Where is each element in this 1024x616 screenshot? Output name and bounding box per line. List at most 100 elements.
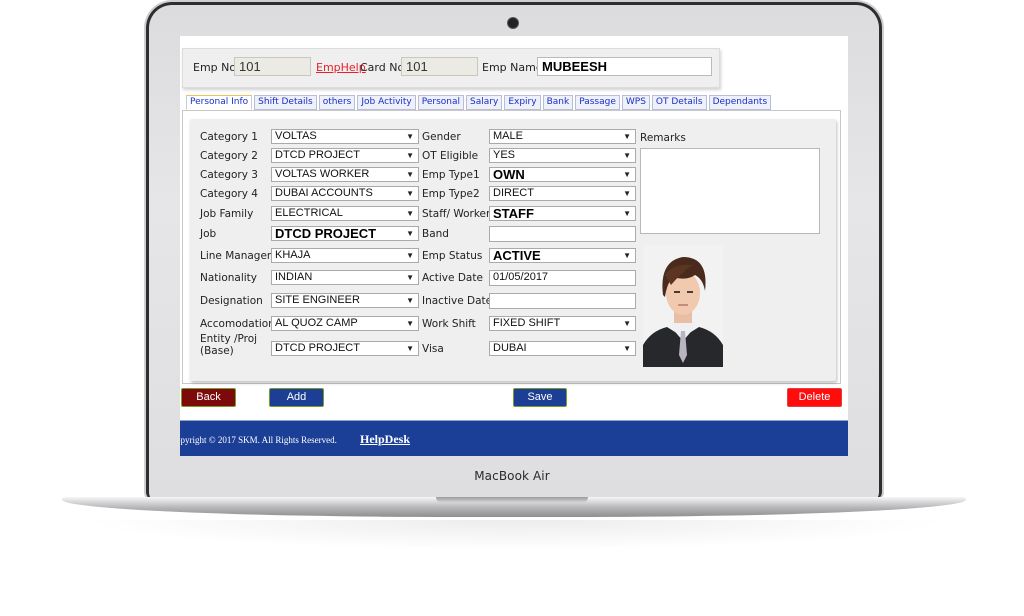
person-photo-icon bbox=[643, 245, 723, 367]
nationality-select[interactable]: INDIAN ▼ bbox=[271, 270, 419, 285]
tab-job-activity[interactable]: Job Activity bbox=[357, 95, 416, 110]
dropdown-caret-icon: ▼ bbox=[406, 189, 414, 198]
dropdown-caret-icon: ▼ bbox=[406, 251, 414, 260]
dropdown-caret-icon: ▼ bbox=[406, 296, 414, 305]
add-button[interactable]: Add bbox=[269, 388, 324, 407]
entity-proj-base-select[interactable]: DTCD PROJECT ▼ bbox=[271, 341, 419, 356]
remarks-textarea[interactable] bbox=[640, 148, 820, 234]
camera-icon bbox=[508, 18, 518, 28]
delete-button[interactable]: Delete bbox=[787, 388, 842, 407]
staff-worker-select[interactable]: STAFF ▼ bbox=[489, 206, 636, 221]
active-date-label: Active Date bbox=[422, 272, 483, 284]
save-button[interactable]: Save bbox=[513, 388, 567, 407]
tab-expiry[interactable]: Expiry bbox=[504, 95, 541, 110]
tab-ot-details[interactable]: OT Details bbox=[651, 95, 707, 110]
dropdown-caret-icon: ▼ bbox=[623, 170, 631, 179]
brand-label: MacBook Air bbox=[474, 469, 550, 483]
staff-worker-label: Staff/ Worker bbox=[422, 208, 491, 220]
emp-status-label: Emp Status bbox=[422, 250, 483, 262]
dropdown-caret-icon: ▼ bbox=[623, 189, 631, 198]
tab-bank[interactable]: Bank bbox=[542, 95, 574, 110]
selected-value: KHAJA bbox=[275, 249, 311, 261]
selected-value: ACTIVE bbox=[493, 248, 541, 263]
tab-bar: Personal Info Shift Details others Job Acti… bbox=[186, 95, 773, 110]
designation-select[interactable]: SITE ENGINEER ▼ bbox=[271, 293, 419, 308]
emp-name-field[interactable]: MUBEESH bbox=[537, 57, 712, 76]
active-date-field[interactable]: 01/05/2017 bbox=[489, 270, 636, 286]
selected-value: STAFF bbox=[493, 206, 534, 221]
ot-eligible-select[interactable]: YES ▼ bbox=[489, 148, 636, 163]
accomodation-select[interactable]: AL QUOZ CAMP ▼ bbox=[271, 316, 419, 331]
personal-info-panel: Remarks Category 1 VOLTAS ▼ Category 2 D… bbox=[182, 110, 841, 384]
visa-label: Visa bbox=[422, 343, 444, 355]
selected-value: MALE bbox=[493, 130, 523, 142]
selected-value: FIXED SHIFT bbox=[493, 317, 561, 329]
tab-personal-info[interactable]: Personal Info bbox=[186, 95, 253, 110]
accomodation-label: Accomodation bbox=[200, 318, 275, 330]
category-4-label: Category 4 bbox=[200, 188, 258, 200]
emphelp-link[interactable]: EmpHelp bbox=[316, 61, 366, 74]
emp-type1-label: Emp Type1 bbox=[422, 169, 480, 181]
selected-value: VOLTAS bbox=[275, 130, 317, 142]
employee-photo bbox=[643, 245, 723, 367]
inactive-date-field[interactable] bbox=[489, 293, 636, 309]
tab-personal[interactable]: Personal bbox=[417, 95, 465, 110]
emp-status-select[interactable]: ACTIVE ▼ bbox=[489, 248, 636, 263]
tab-shift-details[interactable]: Shift Details bbox=[254, 95, 317, 110]
category-1-select[interactable]: VOLTAS ▼ bbox=[271, 129, 419, 144]
category-4-select[interactable]: DUBAI ACCOUNTS ▼ bbox=[271, 186, 419, 201]
ot-eligible-label: OT Eligible bbox=[422, 150, 479, 162]
dropdown-caret-icon: ▼ bbox=[623, 132, 631, 141]
selected-value: SITE ENGINEER bbox=[275, 294, 360, 306]
selected-value: DUBAI ACCOUNTS bbox=[275, 187, 373, 199]
emp-no-field[interactable]: 101 bbox=[234, 57, 311, 76]
dropdown-caret-icon: ▼ bbox=[623, 251, 631, 260]
category-3-label: Category 3 bbox=[200, 169, 258, 181]
dropdown-caret-icon: ▼ bbox=[623, 344, 631, 353]
category-1-label: Category 1 bbox=[200, 131, 258, 143]
tab-passage[interactable]: Passage bbox=[575, 95, 620, 110]
selected-value: DTCD PROJECT bbox=[275, 226, 377, 241]
designation-label: Designation bbox=[200, 295, 263, 307]
helpdesk-link[interactable]: HelpDesk bbox=[360, 432, 410, 447]
visa-select[interactable]: DUBAI ▼ bbox=[489, 341, 636, 356]
card-no-label: Card No bbox=[360, 61, 405, 74]
line-manager-label: Line Manager bbox=[200, 250, 272, 262]
selected-value: OWN bbox=[493, 167, 525, 182]
selected-value: ELECTRICAL bbox=[275, 207, 343, 219]
emp-no-label: Emp No bbox=[193, 61, 237, 74]
laptop-notch bbox=[436, 497, 588, 503]
job-family-label: Job Family bbox=[200, 208, 254, 220]
tab-wps[interactable]: WPS bbox=[621, 95, 650, 110]
line-manager-select[interactable]: KHAJA ▼ bbox=[271, 248, 419, 263]
tab-dependants[interactable]: Dependants bbox=[708, 95, 772, 110]
job-select[interactable]: DTCD PROJECT ▼ bbox=[271, 226, 419, 241]
emp-name-label: Emp Name bbox=[482, 61, 543, 74]
gender-select[interactable]: MALE ▼ bbox=[489, 129, 636, 144]
category-3-select[interactable]: VOLTAS WORKER ▼ bbox=[271, 167, 419, 182]
copyright-text: opyright © 2017 SKM. All Rights Reserved… bbox=[180, 435, 337, 445]
card-no-field[interactable]: 101 bbox=[401, 57, 478, 76]
work-shift-select[interactable]: FIXED SHIFT ▼ bbox=[489, 316, 636, 331]
nationality-label: Nationality bbox=[200, 272, 258, 284]
footer: opyright © 2017 SKM. All Rights Reserved… bbox=[180, 420, 848, 456]
emp-type1-select[interactable]: OWN ▼ bbox=[489, 167, 636, 182]
band-field[interactable] bbox=[489, 226, 636, 242]
dropdown-caret-icon: ▼ bbox=[623, 151, 631, 160]
dropdown-caret-icon: ▼ bbox=[406, 132, 414, 141]
selected-value: DTCD PROJECT bbox=[275, 342, 360, 354]
selected-value: DIRECT bbox=[493, 187, 534, 199]
tab-others[interactable]: others bbox=[318, 95, 356, 110]
work-shift-label: Work Shift bbox=[422, 318, 476, 330]
dropdown-caret-icon: ▼ bbox=[406, 151, 414, 160]
job-family-select[interactable]: ELECTRICAL ▼ bbox=[271, 206, 419, 221]
tab-salary[interactable]: Salary bbox=[466, 95, 503, 110]
job-label: Job bbox=[200, 228, 217, 240]
emp-type2-select[interactable]: DIRECT ▼ bbox=[489, 186, 636, 201]
dropdown-caret-icon: ▼ bbox=[406, 319, 414, 328]
label-line-1: Entity /Proj bbox=[200, 333, 258, 345]
back-button[interactable]: Back bbox=[181, 388, 236, 407]
reflection bbox=[80, 520, 950, 550]
inactive-date-label: Inactive Date bbox=[422, 295, 493, 307]
category-2-select[interactable]: DTCD PROJECT ▼ bbox=[271, 148, 419, 163]
